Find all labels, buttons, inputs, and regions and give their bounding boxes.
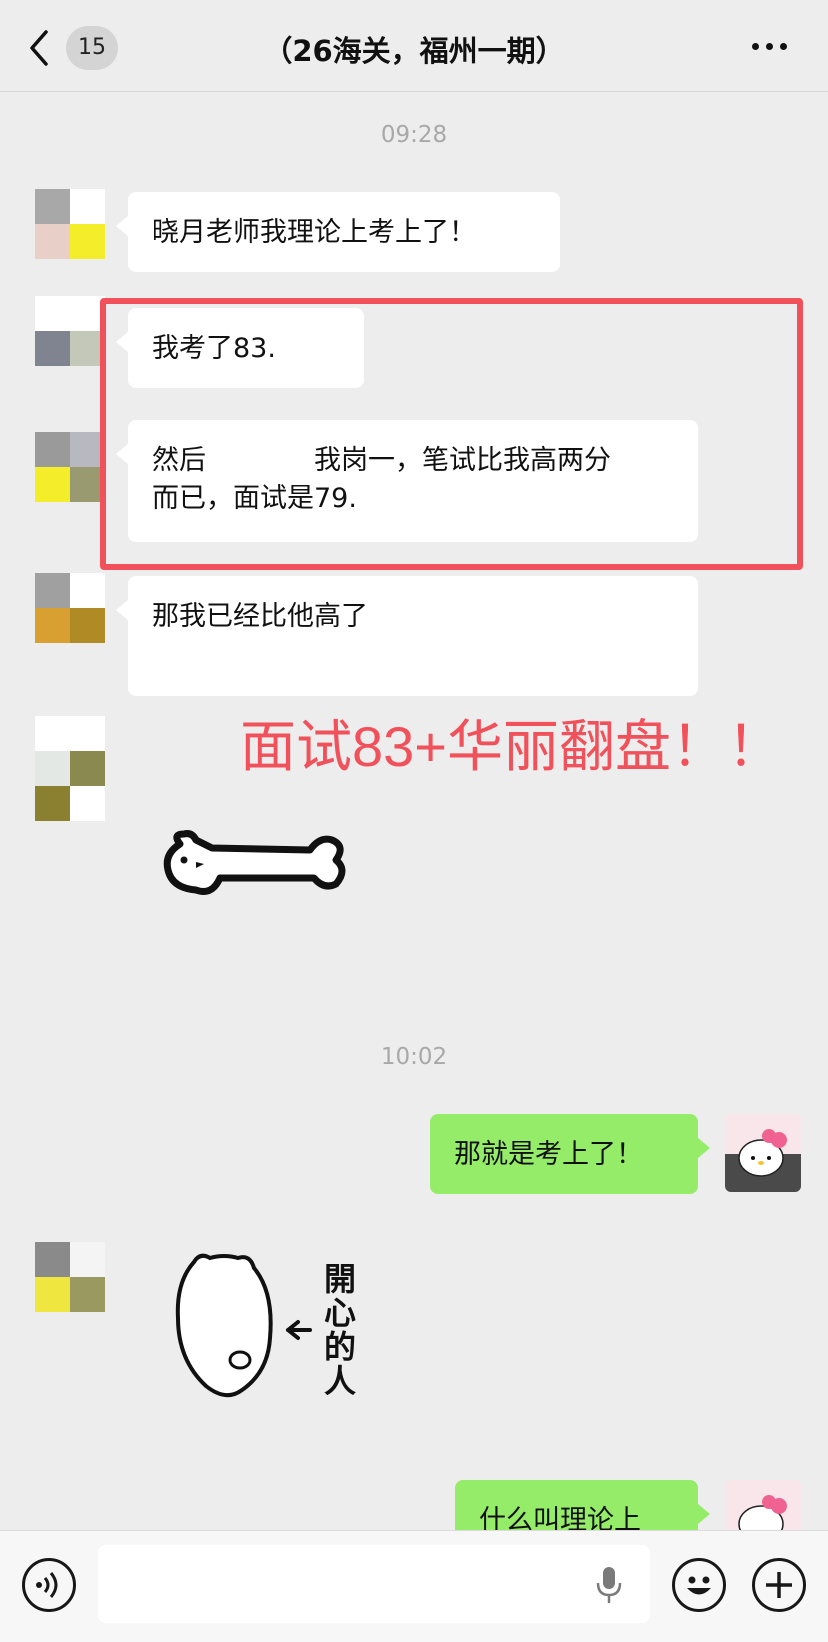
message-text: 那我已经比他高了 (152, 601, 368, 632)
chevron-left-icon (30, 30, 48, 66)
avatar[interactable] (35, 296, 105, 366)
my-avatar[interactable] (725, 1114, 801, 1192)
back-button[interactable]: 15 (28, 26, 118, 70)
chat-title: （26海关，福州一期） (263, 34, 565, 68)
chat-header: 15 （26海关，福州一期） (0, 0, 828, 92)
plus-icon (766, 1572, 792, 1598)
message-bubble[interactable]: 那我已经比他高了 (116, 576, 698, 696)
more-dots-icon (752, 43, 759, 50)
input-bar (0, 1530, 828, 1642)
avatar[interactable] (35, 432, 105, 502)
message-input[interactable] (98, 1545, 650, 1623)
microphone-icon[interactable] (594, 1565, 624, 1605)
voice-button[interactable] (22, 1558, 76, 1612)
sticker-image[interactable] (160, 826, 350, 906)
avatar[interactable] (35, 716, 105, 821)
sent-message-bubble[interactable]: 那就是考上了！ (430, 1114, 710, 1194)
kitty-avatar-image (725, 1114, 801, 1192)
avatar[interactable] (35, 189, 105, 259)
voice-icon (36, 1572, 58, 1598)
timestamp: 09:28 (380, 122, 448, 148)
message-text: 晓月老师我理论上考上了！ (152, 217, 476, 248)
sticker-caption: 開 心 的 人 (323, 1260, 356, 1400)
avatar[interactable] (35, 1242, 105, 1312)
timestamp: 10:02 (380, 1044, 448, 1070)
plus-button[interactable] (752, 1558, 806, 1612)
highlight-box (100, 298, 803, 570)
unread-badge: 15 (66, 26, 118, 70)
emoji-icon (687, 1576, 711, 1595)
message-bubble[interactable]: 晓月老师我理论上考上了！ (116, 192, 560, 272)
emoji-button[interactable] (672, 1558, 726, 1612)
message-text: 那就是考上了！ (454, 1139, 643, 1170)
more-options-button[interactable] (750, 36, 790, 56)
avatar[interactable] (35, 573, 105, 643)
annotation-text: 面试83+华丽翻盘！！ (240, 715, 783, 778)
